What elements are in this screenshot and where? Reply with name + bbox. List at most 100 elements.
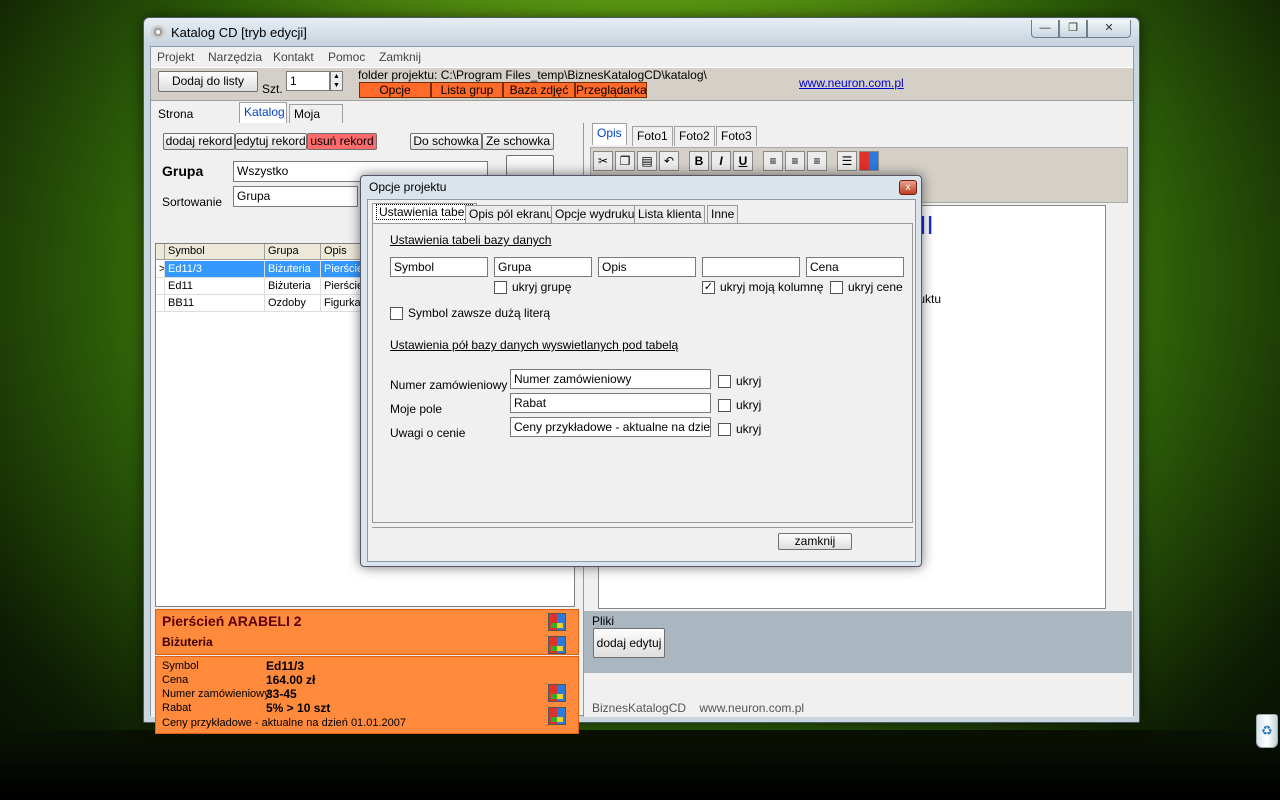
tab-foto3[interactable]: Foto3 (716, 126, 757, 146)
cell-desc: Pierście (321, 261, 365, 277)
bold-icon[interactable]: B (689, 151, 709, 171)
tab-opcje[interactable]: Opcje (359, 82, 431, 98)
hide-order-number-checkbox[interactable] (718, 375, 731, 388)
minimize-button[interactable]: — (1031, 20, 1059, 38)
close-button[interactable]: ✕ (1087, 20, 1131, 38)
column-price-field[interactable]: Cena (806, 257, 904, 277)
paste-icon[interactable]: ▤ (637, 151, 657, 171)
files-add-edit-button[interactable]: dodaj edytuj (593, 628, 665, 658)
edit-record-button[interactable]: edytuj rekord (235, 133, 307, 150)
tab-opis[interactable]: Opis (592, 123, 627, 145)
align-center-icon[interactable]: ≡ (785, 151, 805, 171)
underline-icon[interactable]: U (733, 151, 753, 171)
my-field-input[interactable]: Rabat (510, 393, 711, 413)
menu-zamknij[interactable]: Zamknij (379, 50, 421, 64)
column-my-field[interactable] (702, 257, 800, 277)
price-note-field[interactable]: Ceny przykładowe - aktualne na dzień 01 (510, 417, 711, 437)
delete-record-button[interactable]: usuń rekord (307, 133, 377, 150)
copy-to-clipboard-button[interactable]: Do schowka (410, 133, 482, 150)
sort-label: Sortowanie (162, 195, 223, 209)
qty-spinner[interactable]: ▲ ▼ (330, 71, 343, 91)
tab-baza-zdjec[interactable]: Baza zdjęć (503, 82, 575, 98)
sort-select[interactable]: Grupa (233, 186, 358, 207)
title-bar: Katalog CD [tryb edycji] — ❐ ✕ (144, 18, 1139, 46)
hide-label: ukryj (736, 422, 762, 436)
menu-bar: Projekt Narzędzia Kontakt Pomoc Zamknij (151, 47, 1133, 67)
tab-table-settings-label: Ustawienia tabeli (376, 204, 473, 220)
cell-group: Biżuteria (265, 261, 321, 277)
undo-icon[interactable]: ↶ (659, 151, 679, 171)
cut-icon[interactable]: ✂ (593, 151, 613, 171)
toolbar: Dodaj do listy Szt. 1 ▲ ▼ folder projektu… (151, 67, 1133, 101)
detail-label: Numer zamówieniowy (162, 688, 270, 700)
dialog-body: Ustawienia tabeli Opis pól ekranu Opcje … (367, 199, 916, 562)
tab-print-options[interactable]: Opcje wydruku (551, 205, 639, 223)
field-label: Numer zamówieniowy (390, 378, 508, 392)
table-settings-page: Ustawienia tabeli bazy danych Symbol Gru… (372, 223, 913, 523)
hide-my-field-checkbox[interactable] (718, 399, 731, 412)
tab-strona-startowa[interactable]: Strona startowa (153, 104, 237, 139)
edit-discount-icon[interactable] (548, 707, 566, 725)
tab-client-list[interactable]: Lista klienta (634, 205, 706, 223)
column-desc-field[interactable]: Opis (598, 257, 696, 277)
align-left-icon[interactable]: ≡ (763, 151, 783, 171)
hide-price-checkbox[interactable] (830, 281, 843, 294)
menu-narzedzia[interactable]: Narzędzia (208, 50, 262, 64)
tab-katalog[interactable]: Katalog (239, 102, 287, 124)
dialog-separator (372, 527, 913, 528)
detail-value: Ed11/3 (266, 659, 305, 673)
website-link[interactable]: www.neuron.com.pl (799, 76, 904, 90)
col-grupa[interactable]: Grupa (265, 244, 321, 260)
tab-foto1[interactable]: Foto1 (632, 126, 673, 146)
align-right-icon[interactable]: ≡ (807, 151, 827, 171)
tab-lista-grup[interactable]: Lista grup (431, 82, 503, 98)
cell-symbol: Ed11/3 (165, 261, 265, 277)
tab-other[interactable]: Inne (707, 205, 739, 223)
hide-group-checkbox[interactable] (494, 281, 507, 294)
maximize-button[interactable]: ❐ (1059, 20, 1087, 38)
hide-my-column-checkbox[interactable]: ✓ (702, 281, 715, 294)
qty-input[interactable]: 1 (286, 71, 330, 91)
tab-screen-fields[interactable]: Opis pól ekranu (465, 205, 558, 223)
product-title: Pierścień ARABELI 2 (162, 613, 302, 629)
italic-icon[interactable]: I (711, 151, 731, 171)
tab-przegladarka[interactable]: Przeglądarka (575, 82, 647, 98)
edit-title-icon[interactable] (548, 613, 566, 631)
menu-pomoc[interactable]: Pomoc (328, 50, 365, 64)
recycle-bin-icon[interactable] (1256, 714, 1278, 748)
cell-symbol: Ed11 (165, 278, 265, 294)
cell-symbol: BB11 (165, 295, 265, 311)
fields-settings-title: Ustawienia pół bazy danych wyswietlanych… (390, 338, 679, 352)
add-to-list-button[interactable]: Dodaj do listy (158, 71, 258, 92)
add-record-button[interactable]: dodaj rekord (163, 133, 235, 150)
cd-icon (151, 25, 165, 39)
hide-group-label: ukryj grupę (512, 280, 572, 294)
files-label: Pliki (592, 614, 615, 628)
bullet-list-icon[interactable]: ☰ (837, 151, 857, 171)
edit-group-icon[interactable] (548, 636, 566, 654)
field-label: Uwagi o cenie (390, 426, 466, 440)
group-label: Grupa (162, 163, 204, 179)
status-text: BiznesKatalogCD www.neuron.com.pl (592, 701, 805, 715)
column-group-field[interactable]: Grupa (494, 257, 592, 277)
hide-price-note-checkbox[interactable] (718, 423, 731, 436)
column-symbol-field[interactable]: Symbol (390, 257, 488, 277)
menu-projekt[interactable]: Projekt (157, 50, 194, 64)
order-number-field[interactable]: Numer zamówieniowy (510, 369, 711, 389)
tab-foto2[interactable]: Foto2 (674, 126, 715, 146)
detail-label: Rabat (162, 702, 192, 714)
copy-icon[interactable]: ❐ (615, 151, 635, 171)
color-icon[interactable] (859, 151, 879, 171)
menu-kontakt[interactable]: Kontakt (273, 50, 314, 64)
tab-table-settings[interactable]: Ustawienia tabeli (372, 203, 477, 224)
tab-moja-lista[interactable]: Moja lista (289, 104, 343, 139)
qty-label: Szt. (262, 82, 283, 96)
hide-price-label: ukryj cene (848, 280, 903, 294)
dialog-close-icon[interactable]: x (899, 180, 917, 195)
cell-desc: Figurka (321, 295, 365, 311)
paste-from-clipboard-button[interactable]: Ze schowka (482, 133, 554, 150)
col-symbol[interactable]: Symbol (165, 244, 265, 260)
edit-order-number-icon[interactable] (548, 684, 566, 702)
uppercase-symbol-checkbox[interactable] (390, 307, 403, 320)
close-dialog-button[interactable]: zamknij (778, 533, 852, 550)
